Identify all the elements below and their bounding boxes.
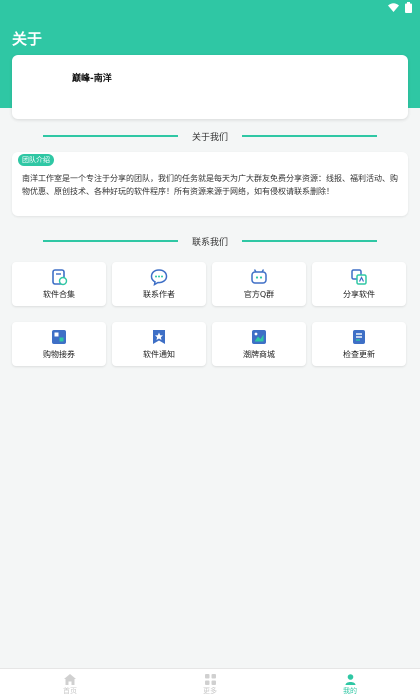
update-icon xyxy=(350,328,368,346)
status-icons xyxy=(388,2,412,13)
divider xyxy=(242,135,377,137)
tile-label: 软件合集 xyxy=(43,290,75,299)
intro-text: 南洋工作室是一个专注于分享的团队，我们的任务就是每天为广大群友免费分享资源：线报… xyxy=(22,174,398,196)
software-notice-button[interactable]: 软件通知 xyxy=(112,322,206,366)
software-collection-button[interactable]: 软件合集 xyxy=(12,262,106,306)
nav-label: 首页 xyxy=(63,686,77,695)
about-section-title: 关于我们 xyxy=(0,128,420,144)
check-update-button[interactable]: 检查更新 xyxy=(312,322,406,366)
share-app-button[interactable]: 分享软件 xyxy=(312,262,406,306)
profile-card: 巅峰-南洋 xyxy=(12,55,408,119)
mall-icon xyxy=(250,328,268,346)
nav-more[interactable]: 更多 xyxy=(140,669,280,700)
divider xyxy=(242,240,377,242)
divider xyxy=(42,135,178,137)
about-title-text: 关于我们 xyxy=(191,132,228,143)
user-icon xyxy=(345,673,355,685)
tile-label: 分享软件 xyxy=(343,290,375,299)
status-bar xyxy=(0,0,420,18)
nav-label: 更多 xyxy=(203,686,217,695)
grid-row-1: 软件合集 联系作者 官方Q群 分享软件 xyxy=(12,262,408,306)
official-qq-group-button[interactable]: 官方Q群 xyxy=(212,262,306,306)
grid-row-2: 购物接券 软件通知 潮牌商城 检查更新 xyxy=(12,322,408,366)
tile-label: 软件通知 xyxy=(143,350,175,359)
chat-icon xyxy=(150,268,168,286)
shopping-coupon-button[interactable]: 购物接券 xyxy=(12,322,106,366)
grid-icon xyxy=(204,673,216,685)
profile-name: 巅峰-南洋 xyxy=(72,74,112,84)
wifi-icon xyxy=(388,3,399,12)
trend-mall-button[interactable]: 潮牌商城 xyxy=(212,322,306,366)
share-app-icon xyxy=(350,268,368,286)
nav-label: 我的 xyxy=(343,686,357,695)
coupon-icon xyxy=(50,328,68,346)
software-collection-icon xyxy=(50,268,68,286)
team-intro-badge: 团队介绍 xyxy=(18,154,54,166)
tile-label: 联系作者 xyxy=(143,290,175,299)
contact-section-title: 联系我们 xyxy=(0,233,420,249)
battery-icon xyxy=(405,2,412,13)
home-icon xyxy=(64,673,76,685)
notice-star-icon xyxy=(150,328,168,346)
contact-title-text: 联系我们 xyxy=(191,237,228,248)
page-title: 关于 xyxy=(12,30,43,48)
nav-mine[interactable]: 我的 xyxy=(280,669,420,700)
tile-label: 官方Q群 xyxy=(243,290,275,299)
tile-label: 检查更新 xyxy=(343,350,375,359)
intro-card: 团队介绍 南洋工作室是一个专注于分享的团队，我们的任务就是每天为广大群友免费分享… xyxy=(12,152,408,216)
bottom-nav: 首页 更多 我的 xyxy=(0,668,420,700)
tile-label: 购物接券 xyxy=(43,350,75,359)
tile-label: 潮牌商城 xyxy=(243,350,275,359)
divider xyxy=(42,240,178,242)
qq-group-icon xyxy=(250,268,268,286)
nav-home[interactable]: 首页 xyxy=(0,669,140,700)
contact-author-button[interactable]: 联系作者 xyxy=(112,262,206,306)
